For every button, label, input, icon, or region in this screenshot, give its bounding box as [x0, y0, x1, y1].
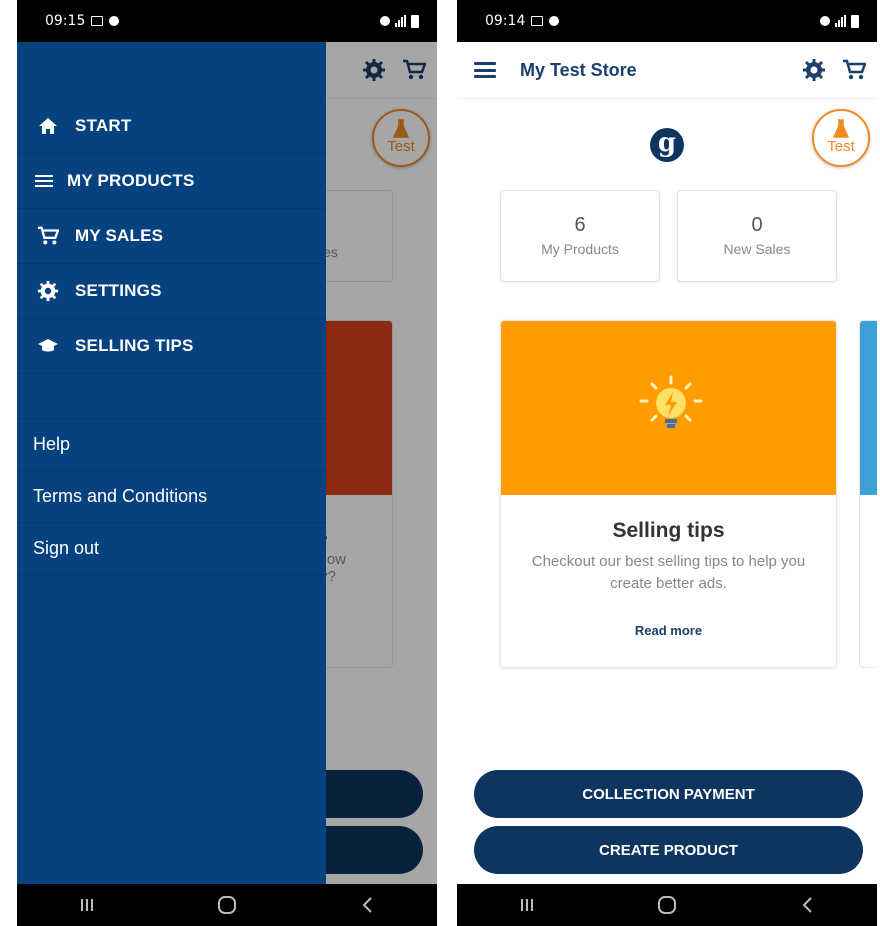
drawer-item-start[interactable]: START	[17, 99, 326, 154]
stat-label: My Products	[541, 241, 619, 257]
cart-icon	[33, 226, 63, 246]
drawer-link-terms[interactable]: Terms and Conditions	[17, 471, 326, 523]
logo-row: g Test	[457, 99, 877, 187]
menu-icon[interactable]	[474, 62, 496, 78]
drawer-link-help[interactable]: Help	[17, 419, 326, 471]
gear-icon	[33, 280, 63, 302]
battery-icon	[851, 14, 859, 28]
recents-icon[interactable]	[512, 890, 542, 920]
stat-value: 0	[751, 214, 763, 236]
stat-label: New Sales	[723, 241, 791, 257]
drawer-divider	[17, 374, 326, 419]
store-title: My Test Store	[520, 59, 637, 80]
lightbulb-icon	[639, 375, 703, 428]
read-more-link[interactable]: Read more	[635, 623, 702, 638]
drawer-item-settings[interactable]: SETTINGS	[17, 264, 326, 319]
drawer-link-sign-out[interactable]: Sign out	[17, 523, 326, 575]
tip-card-hero	[501, 321, 836, 495]
gear-icon[interactable]	[801, 57, 827, 83]
phone-screen-home: 09:14 My Test Store g Test 6 My Products…	[457, 0, 877, 926]
system-nav-bar	[457, 884, 877, 926]
create-product-button[interactable]: CREATE PRODUCT	[474, 826, 863, 874]
list-icon	[33, 174, 55, 188]
collection-payment-button[interactable]: COLLECTION PAYMENT	[474, 770, 863, 818]
brand-logo: g	[650, 128, 684, 162]
test-mode-badge[interactable]: Test	[812, 109, 870, 167]
app-bar: My Test Store	[457, 42, 877, 99]
drawer-item-my-products[interactable]: MY PRODUCTS	[17, 154, 326, 209]
back-icon[interactable]	[352, 890, 382, 920]
drawer-header	[17, 42, 326, 99]
system-nav-bar	[17, 884, 437, 926]
stat-card-my-products[interactable]: 6 My Products	[500, 190, 660, 282]
next-tip-card-peek[interactable]	[859, 320, 877, 668]
recents-icon[interactable]	[72, 890, 102, 920]
stat-card-new-sales[interactable]: 0 New Sales	[677, 190, 837, 282]
alarm-icon	[380, 16, 390, 26]
tips-carousel[interactable]: Selling tips Checkout our best selling t…	[500, 320, 877, 670]
cart-icon[interactable]	[841, 57, 867, 83]
gallery-icon	[531, 16, 544, 26]
home-nav-icon[interactable]	[652, 890, 682, 920]
notification-icon	[549, 16, 560, 26]
status-time: 09:14	[485, 13, 526, 29]
drawer-item-selling-tips[interactable]: SELLING TIPS	[17, 319, 326, 374]
drawer-item-my-sales[interactable]: MY SALES	[17, 209, 326, 264]
stat-value: 6	[574, 214, 586, 236]
home-nav-icon[interactable]	[212, 890, 242, 920]
back-icon[interactable]	[792, 890, 822, 920]
signal-icon	[835, 15, 846, 27]
navigation-drawer: START MY PRODUCTS MY SALES SETTINGS SELL…	[17, 42, 326, 884]
phone-screen-drawer-open: 09:15 Test les s How ty?	[17, 0, 437, 926]
home-icon	[33, 117, 63, 135]
status-bar: 09:14	[457, 0, 877, 42]
notification-icon	[109, 16, 120, 26]
flask-icon	[832, 119, 850, 138]
tip-card-title: Selling tips	[612, 519, 725, 542]
gallery-icon	[91, 16, 104, 26]
graduation-cap-icon	[33, 337, 63, 355]
status-time: 09:15	[45, 13, 86, 29]
signal-icon	[395, 15, 406, 27]
tip-card-description: Checkout our best selling tips to help y…	[531, 553, 806, 592]
stats-row: 6 My Products 0 New Sales	[500, 190, 837, 282]
alarm-icon	[820, 16, 830, 26]
status-bar: 09:15	[17, 0, 437, 42]
battery-icon	[411, 14, 419, 28]
selling-tips-card[interactable]: Selling tips Checkout our best selling t…	[500, 320, 837, 668]
